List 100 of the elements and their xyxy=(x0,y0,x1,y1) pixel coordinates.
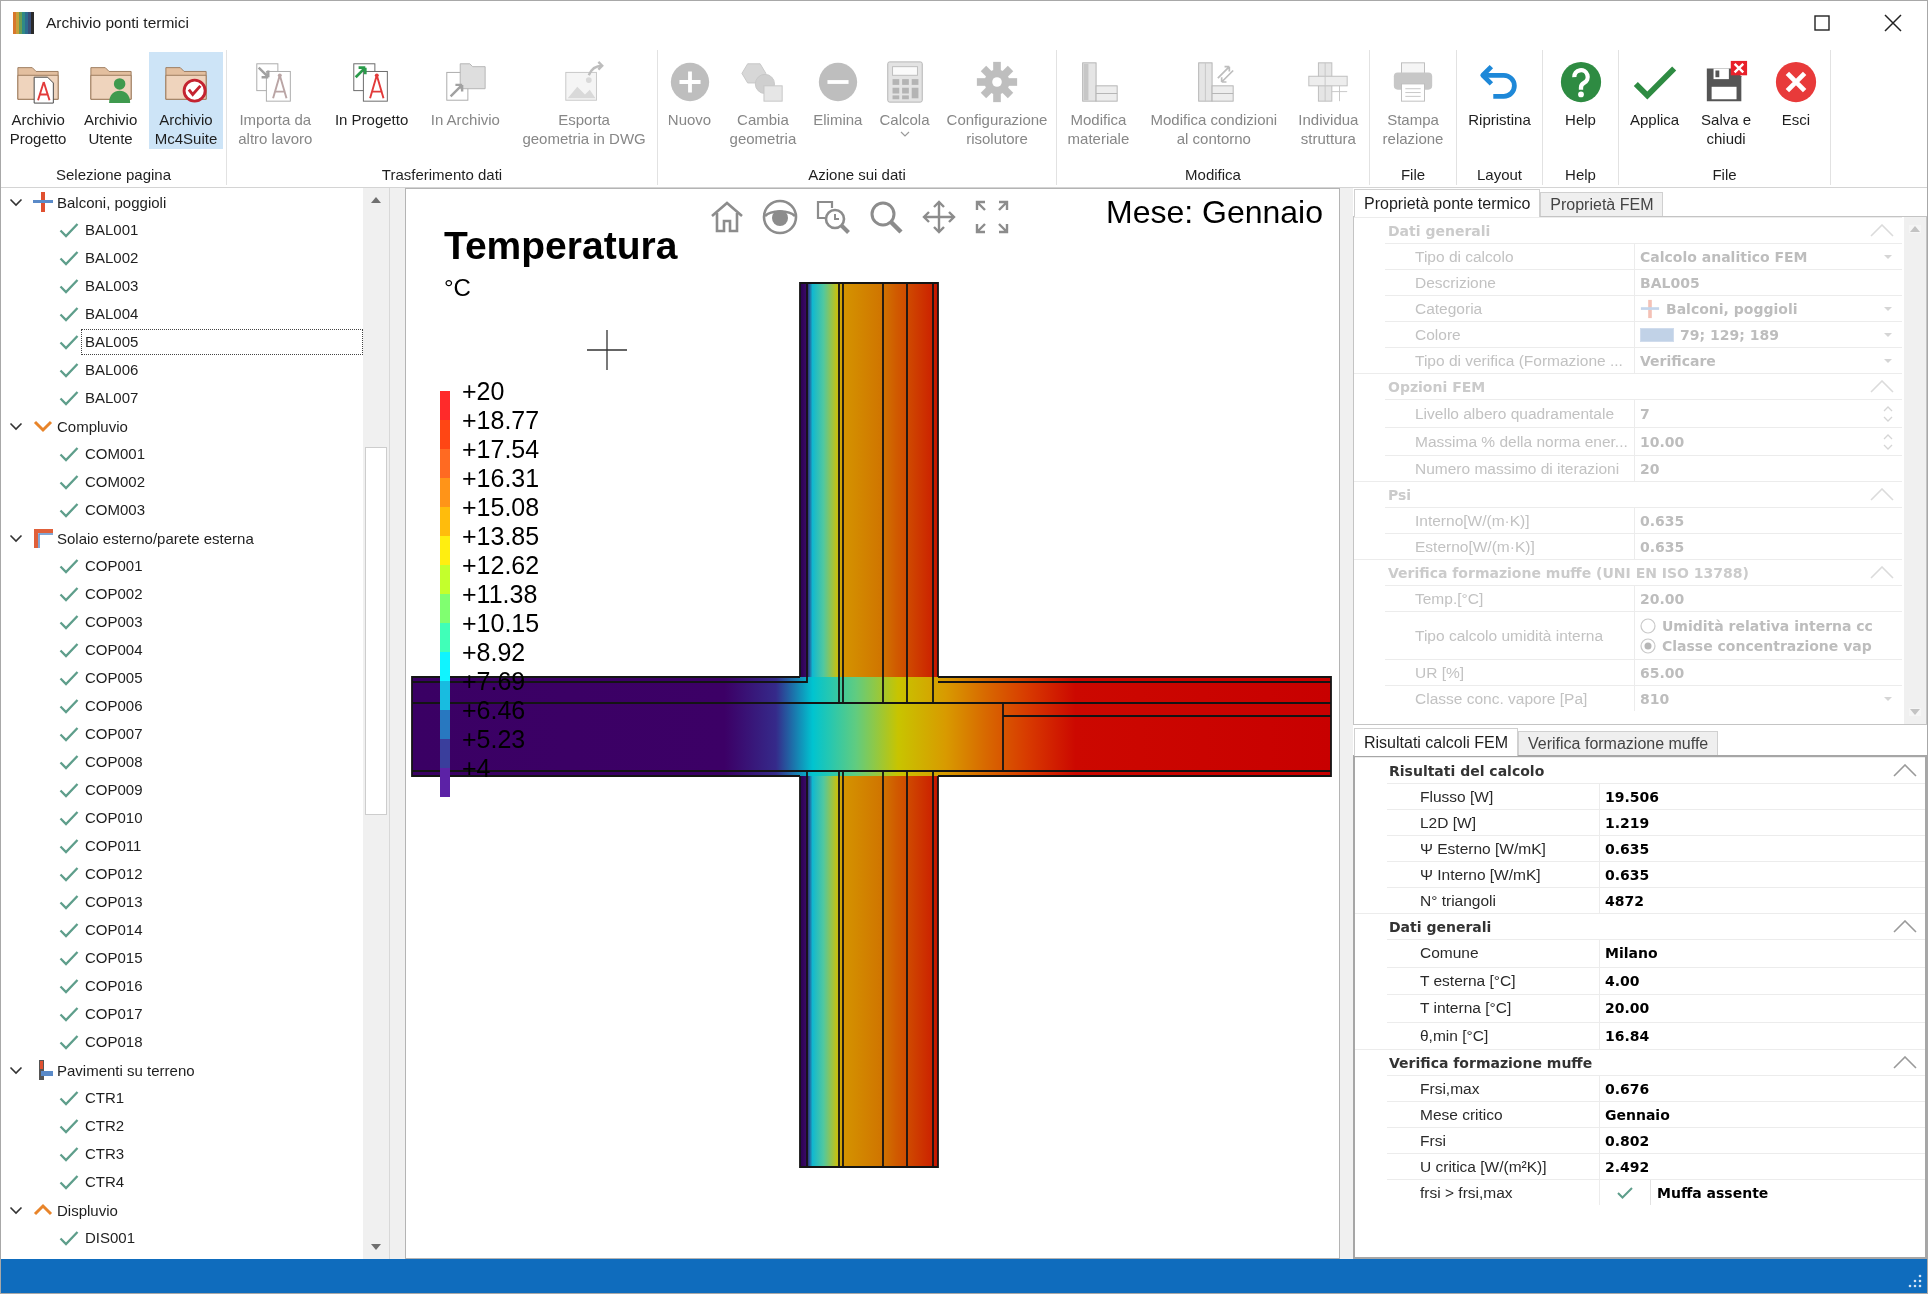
tree-item[interactable]: COP014 xyxy=(81,917,147,943)
property-name: Tipo calcolo umidità interna xyxy=(1415,626,1604,645)
property-name: T esterna [°C] xyxy=(1420,971,1516,990)
ribbon-group-label: Trasferimento dati xyxy=(381,165,503,185)
search-icon[interactable] xyxy=(868,199,905,235)
property-name: Numero massimo di iterazioni xyxy=(1415,459,1620,478)
legend-label: +12.62 xyxy=(462,551,540,579)
tree-item[interactable]: BAL001 xyxy=(81,217,143,243)
tree-item[interactable]: BAL003 xyxy=(81,273,143,299)
property-value: Gennaio xyxy=(1605,1106,1670,1123)
property-name: Descrizione xyxy=(1415,273,1496,292)
tree-item[interactable]: COP001 xyxy=(81,553,147,579)
tree-item[interactable]: CTR3 xyxy=(81,1141,129,1167)
tree-item[interactable]: BAL004 xyxy=(81,301,143,327)
tree-item[interactable]: COP005 xyxy=(81,665,147,691)
chevron-up-icon[interactable] xyxy=(1893,920,1917,933)
legend-label: +8.92 xyxy=(462,638,526,666)
ribbon-group-label: Layout xyxy=(1476,165,1522,185)
property-name: Colore xyxy=(1415,325,1461,344)
scroll-up-icon[interactable] xyxy=(370,196,382,204)
tree-item[interactable]: COP015 xyxy=(81,945,147,971)
tree-item[interactable]: COP007 xyxy=(81,721,147,747)
chart-title: Temperatura xyxy=(444,224,678,268)
legend-label: +16.31 xyxy=(462,464,540,492)
tree-item[interactable]: COM001 xyxy=(81,441,150,467)
property-name: L2D [W] xyxy=(1420,813,1476,832)
legend-label: +17.54 xyxy=(462,435,540,463)
tree-item[interactable]: COP013 xyxy=(81,889,147,915)
tree-item[interactable]: BAL007 xyxy=(81,385,143,411)
tree-item[interactable]: COP003 xyxy=(81,609,147,635)
tree-item[interactable]: COP010 xyxy=(81,805,147,831)
ribbon-button[interactable]: Ripristina xyxy=(1462,52,1537,149)
tree-item[interactable]: BAL006 xyxy=(81,357,143,383)
tab[interactable]: Verifica formazione muffe xyxy=(1518,731,1719,755)
tree-item[interactable]: DIS001 xyxy=(81,1225,140,1251)
eye-icon[interactable] xyxy=(762,199,799,235)
ribbon-button[interactable]: Archivio Mc4Suite xyxy=(148,52,224,149)
section-title: Risultati del calcolo xyxy=(1389,762,1545,779)
move-icon[interactable] xyxy=(921,199,958,235)
scroll-down-icon[interactable] xyxy=(370,1243,382,1251)
ribbon-button[interactable]: Help xyxy=(1551,52,1610,149)
legend-label: +10.15 xyxy=(462,609,540,637)
app-icon xyxy=(13,12,34,34)
property-name: Temp.[°C] xyxy=(1415,589,1484,608)
ribbon-button[interactable]: Salva e chiudi xyxy=(1695,52,1758,149)
ribbon-button[interactable]: Archivio Utente xyxy=(77,52,144,149)
scroll-thumb[interactable] xyxy=(365,447,387,815)
property-name: Categoria xyxy=(1415,299,1483,318)
ribbon-button[interactable]: Applica xyxy=(1623,52,1686,149)
tree-item[interactable]: COP008 xyxy=(81,749,147,775)
tree-item[interactable]: COP016 xyxy=(81,973,147,999)
tree-group[interactable]: Balconi, poggioli xyxy=(57,193,167,211)
tree-item[interactable]: COP018 xyxy=(81,1029,147,1055)
property-name: Frsi,max xyxy=(1420,1079,1480,1098)
chevron-up-icon[interactable] xyxy=(1893,764,1917,777)
tree-item[interactable]: COP009 xyxy=(81,777,147,803)
tree-item[interactable]: COP012 xyxy=(81,861,147,887)
property-name: N° triangoli xyxy=(1420,891,1496,910)
tree-item[interactable]: BAL002 xyxy=(81,245,143,271)
ribbon-button[interactable]: Archivio Progetto xyxy=(3,52,73,149)
month-label: Mese: Gennaio xyxy=(1106,193,1323,231)
close-icon[interactable] xyxy=(1884,14,1902,32)
property-name: Massima % della norma ener... xyxy=(1415,432,1628,451)
resize-grip-icon[interactable] xyxy=(1908,1274,1922,1288)
tree-item[interactable]: COP011 xyxy=(81,833,146,859)
property-value: 0.802 xyxy=(1605,1132,1650,1149)
zoom-window-icon[interactable] xyxy=(815,199,852,235)
maximize-icon[interactable] xyxy=(1814,15,1830,31)
ribbon-button[interactable]: Esci xyxy=(1767,52,1825,149)
tree-item[interactable]: BAL005 xyxy=(81,329,363,355)
tree-item[interactable]: CTR2 xyxy=(81,1113,129,1139)
tree-item[interactable]: COP006 xyxy=(81,693,147,719)
tree-item[interactable]: COM002 xyxy=(81,469,150,495)
property-name: Comune xyxy=(1420,944,1479,963)
property-name: Livello albero quadramentale xyxy=(1415,404,1615,423)
tree-item[interactable]: CTR1 xyxy=(81,1085,129,1111)
scrollbar[interactable] xyxy=(363,188,389,1259)
corner-icon xyxy=(32,527,54,549)
fullscreen-icon[interactable] xyxy=(974,199,1011,235)
tree-item[interactable]: CTR4 xyxy=(81,1169,129,1195)
tree-group[interactable]: Pavimenti su terreno xyxy=(57,1061,195,1079)
tree-item[interactable]: COM003 xyxy=(81,497,150,523)
tree-item[interactable]: COP002 xyxy=(81,581,147,607)
cross-section-icon xyxy=(1640,298,1660,319)
property-value: 4872 xyxy=(1605,892,1644,909)
tree-group[interactable]: Compluvio xyxy=(57,417,128,435)
property-value: 20.00 xyxy=(1605,1000,1650,1017)
ribbon-button[interactable]: In Progetto xyxy=(328,52,415,149)
tree-item[interactable]: COP004 xyxy=(81,637,147,663)
tree-group[interactable]: Solaio esterno/parete esterna xyxy=(57,529,254,547)
legend-label: +11.38 xyxy=(462,580,538,608)
tab[interactable]: Risultati calcoli FEM xyxy=(1354,728,1519,756)
chevron-up-icon[interactable] xyxy=(1893,1056,1917,1069)
property-value: 1.219 xyxy=(1605,814,1650,831)
legend-label: +18.77 xyxy=(462,406,540,434)
tree-item[interactable]: COP017 xyxy=(81,1001,147,1027)
tree-group[interactable]: Displuvio xyxy=(57,1201,118,1219)
ribbon-group-label: File xyxy=(1712,165,1737,185)
property-value: Milano xyxy=(1605,945,1658,962)
window-title: Archivio ponti termici xyxy=(46,14,189,32)
